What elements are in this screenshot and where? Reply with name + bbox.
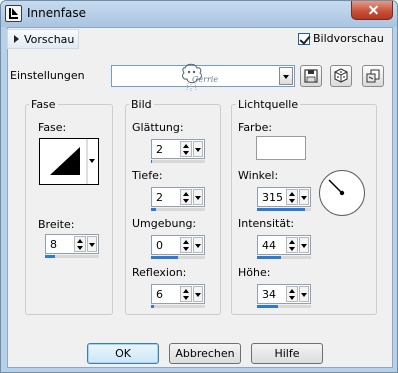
hoehe-dropdown-icon[interactable] <box>299 286 309 302</box>
reflexion-slider-fill <box>151 305 155 308</box>
tiefe-slider-fill <box>151 208 157 211</box>
watermark-text: Gerrie <box>192 75 219 84</box>
einstellungen-label: Einstellungen <box>10 69 85 82</box>
fase-label: Fase: <box>38 121 67 134</box>
preset-combobox[interactable]: Gerrie <box>111 63 295 91</box>
breite-updown-icon[interactable] <box>74 236 86 252</box>
umgebung-spinner[interactable]: 0 <box>151 235 205 255</box>
glaettung-value: 2 <box>156 143 163 156</box>
dialog-window: Innenfase Vorschau Bildvorschau Einstell… <box>0 0 398 373</box>
lichtquelle-group-title: Lichtquelle <box>236 98 301 111</box>
reflexion-spinner[interactable]: 6 <box>151 284 205 304</box>
preview-label: Vorschau <box>24 33 75 46</box>
intensitaet-updown-icon[interactable] <box>286 237 298 253</box>
winkel-slider-fill <box>257 208 305 211</box>
bevel-shape-picker[interactable] <box>39 138 99 185</box>
ok-button[interactable]: OK <box>87 343 159 364</box>
fase-group <box>25 104 113 315</box>
breite-label: Breite: <box>38 218 75 231</box>
bild-group-title: Bild <box>129 98 154 111</box>
glaettung-spinner[interactable]: 2 <box>151 139 205 159</box>
umgebung-value: 0 <box>156 239 163 252</box>
tiefe-dropdown-icon[interactable] <box>193 189 203 205</box>
window-title: Innenfase <box>27 6 86 20</box>
title-bar[interactable]: Innenfase <box>1 1 397 27</box>
glaettung-slider[interactable] <box>151 160 205 163</box>
tiefe-spinner[interactable]: 2 <box>151 187 205 207</box>
bildvorschau-checkbox[interactable] <box>298 33 310 45</box>
save-preset-button[interactable] <box>300 65 322 87</box>
farbe-label: Farbe: <box>238 121 273 134</box>
tiefe-value: 2 <box>156 191 163 204</box>
hoehe-label: Höhe: <box>238 266 271 279</box>
random-dice-icon <box>334 68 348 83</box>
glaettung-dropdown-icon[interactable] <box>193 141 203 157</box>
hoehe-slider[interactable] <box>257 305 311 308</box>
glaettung-slider-fill <box>151 160 153 163</box>
chevron-down-icon[interactable] <box>279 67 293 85</box>
winkel-value: 315 <box>262 191 283 204</box>
expand-triangle-icon <box>14 35 19 43</box>
breite-dropdown-icon[interactable] <box>87 236 97 252</box>
intensitaet-value: 44 <box>262 239 276 252</box>
preview-toggle-button[interactable]: Vorschau <box>7 29 79 49</box>
reflexion-dropdown-icon[interactable] <box>193 286 203 302</box>
intensitaet-slider-fill <box>257 256 281 259</box>
winkel-spinner[interactable]: 315 <box>257 187 311 207</box>
winkel-label: Winkel: <box>238 169 279 182</box>
hilfe-button[interactable]: Hilfe <box>251 343 323 364</box>
save-preset-icon <box>304 69 318 83</box>
breite-slider[interactable] <box>45 255 99 258</box>
winkel-slider[interactable] <box>257 208 311 211</box>
reflexion-value: 6 <box>156 288 163 301</box>
random-dice-button[interactable] <box>330 65 352 87</box>
winkel-dropdown-icon[interactable] <box>299 189 309 205</box>
intensitaet-label: Intensität: <box>238 217 295 230</box>
tiefe-slider[interactable] <box>151 208 205 211</box>
bevel-app-icon <box>5 5 22 22</box>
breite-value: 8 <box>50 238 57 251</box>
close-button[interactable] <box>351 1 393 20</box>
angle-needle-icon <box>328 179 345 196</box>
hoehe-slider-fill <box>257 305 278 308</box>
reset-preset-icon <box>366 69 380 83</box>
glaettung-updown-icon[interactable] <box>180 141 192 157</box>
intensitaet-slider[interactable] <box>257 256 311 259</box>
glaettung-label: Glättung: <box>132 121 184 134</box>
intensitaet-spinner[interactable]: 44 <box>257 235 311 255</box>
light-color-swatch[interactable] <box>256 136 306 160</box>
hoehe-spinner[interactable]: 34 <box>257 284 311 304</box>
abbrechen-button[interactable]: Abbrechen <box>169 343 241 364</box>
umgebung-slider[interactable] <box>151 256 205 259</box>
fase-group-title: Fase <box>29 98 58 111</box>
tiefe-label: Tiefe: <box>132 169 163 182</box>
hoehe-updown-icon[interactable] <box>286 286 298 302</box>
reflexion-label: Reflexion: <box>132 266 187 279</box>
umgebung-updown-icon[interactable] <box>180 237 192 253</box>
bevel-shape-icon <box>50 139 98 184</box>
breite-spinner[interactable]: 8 <box>45 234 99 254</box>
intensitaet-dropdown-icon[interactable] <box>299 237 309 253</box>
breite-slider-fill <box>45 255 55 258</box>
reflexion-slider[interactable] <box>151 305 205 308</box>
reflexion-updown-icon[interactable] <box>180 286 192 302</box>
umgebung-slider-fill <box>151 256 178 259</box>
winkel-updown-icon[interactable] <box>286 189 298 205</box>
umgebung-dropdown-icon[interactable] <box>193 237 203 253</box>
reset-preset-button[interactable] <box>362 65 384 87</box>
bildvorschau-label: Bildvorschau <box>313 32 384 45</box>
angle-dial[interactable] <box>319 170 365 216</box>
umgebung-label: Umgebung: <box>132 217 197 230</box>
hoehe-value: 34 <box>262 288 276 301</box>
tiefe-updown-icon[interactable] <box>180 189 192 205</box>
